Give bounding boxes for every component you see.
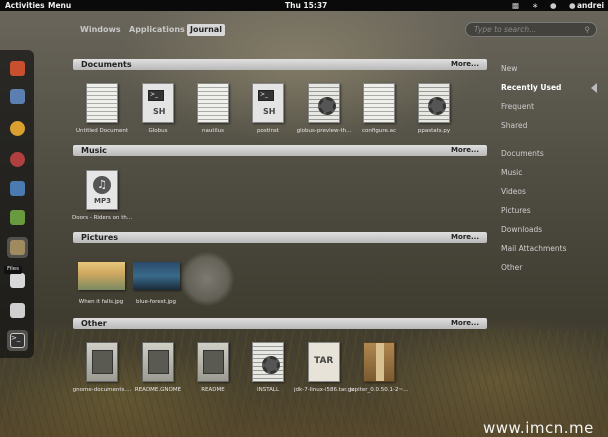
list-item[interactable]: ♫ MP3 Doors - Riders on th... xyxy=(72,170,132,226)
tab-windows[interactable]: Windows xyxy=(77,24,124,36)
list-item[interactable]: jupiter_0.0.50.1-2~... xyxy=(350,342,408,398)
list-item[interactable]: gnome-documents.... xyxy=(73,342,131,398)
search-placeholder: Type to search... xyxy=(474,25,537,34)
rhythmbox-icon xyxy=(10,152,25,167)
sidebar-item-shared[interactable]: Shared xyxy=(501,121,527,130)
dash-item-shotwell[interactable] xyxy=(7,178,28,199)
sidebar-item-pictures[interactable]: Pictures xyxy=(501,206,531,215)
list-item[interactable]: README xyxy=(185,342,241,398)
debian-package-icon xyxy=(363,342,395,382)
terminal-icon: >_ xyxy=(10,333,25,348)
more-link[interactable]: More... xyxy=(451,60,479,68)
user-icon[interactable]: ● xyxy=(569,1,576,10)
package-file-icon xyxy=(142,342,174,382)
selected-arrow-icon xyxy=(591,83,597,93)
section-documents: Documents More... xyxy=(73,59,487,70)
dash-item-terminal[interactable]: >_ xyxy=(7,330,28,351)
clock[interactable]: Thu 15:37 xyxy=(285,1,327,10)
firefox-icon xyxy=(10,61,25,76)
dash-item-software-center[interactable] xyxy=(7,207,28,228)
watermark: www.imcn.me xyxy=(483,419,594,437)
dash-item-rhythmbox[interactable] xyxy=(7,149,28,170)
shell-script-icon: >_ SH xyxy=(142,83,174,123)
sidebar-item-frequent[interactable]: Frequent xyxy=(501,102,534,111)
more-link[interactable]: More... xyxy=(451,233,479,241)
text-editor-icon xyxy=(10,273,25,288)
list-item[interactable]: >_ SH postinst xyxy=(240,83,296,139)
system-tools-icon xyxy=(10,303,25,318)
search-input[interactable]: Type to search... ⚲ xyxy=(465,22,597,37)
section-title: Documents xyxy=(81,60,132,69)
dash-item-pidgin[interactable] xyxy=(7,86,28,107)
tab-applications[interactable]: Applications xyxy=(126,24,188,36)
sidebar-item-music[interactable]: Music xyxy=(501,168,522,177)
list-item[interactable]: TAR jdk-7-linux-i586.tar.gz xyxy=(294,342,354,398)
dash-item-system-tools[interactable] xyxy=(7,300,28,321)
dash-item-empathy[interactable] xyxy=(7,118,28,139)
shell-script-icon: >_ SH xyxy=(252,83,284,123)
sidebar-item-recently-used[interactable]: Recently Used xyxy=(501,83,561,92)
menu-button[interactable]: Menu xyxy=(48,1,71,10)
image-thumbnail-sunset xyxy=(78,262,125,290)
image-thumbnail-forest xyxy=(133,262,180,290)
sidebar-item-documents[interactable]: Documents xyxy=(501,149,544,158)
list-item[interactable]: INSTALL xyxy=(240,342,296,398)
section-title: Other xyxy=(81,319,107,328)
config-file-icon xyxy=(308,83,340,123)
text-document-icon xyxy=(197,83,229,123)
dash-item-firefox[interactable] xyxy=(7,58,28,79)
package-file-icon xyxy=(86,342,118,382)
section-title: Pictures xyxy=(81,233,118,242)
sidebar-item-other[interactable]: Other xyxy=(501,263,522,272)
sidebar-item-downloads[interactable]: Downloads xyxy=(501,225,542,234)
list-item[interactable]: When it falls.jpg xyxy=(77,262,127,318)
sidebar-item-mail-attachments[interactable]: Mail Attachments xyxy=(501,244,567,253)
package-file-icon xyxy=(197,342,229,382)
tar-archive-icon: TAR xyxy=(308,342,340,382)
list-item[interactable]: ppastats.py xyxy=(406,83,462,139)
dandelion-decoration xyxy=(180,252,234,306)
config-file-icon xyxy=(418,83,450,123)
list-item[interactable]: globus-preview-th... xyxy=(296,83,352,139)
volume-icon[interactable]: ● xyxy=(550,1,557,10)
tab-journal[interactable]: Journal xyxy=(187,24,225,36)
dash: >_ xyxy=(0,50,34,358)
text-document-icon xyxy=(363,83,395,123)
section-pictures: Pictures More... xyxy=(73,232,487,243)
list-item[interactable]: Untitled Document xyxy=(74,83,130,139)
sidebar-item-videos[interactable]: Videos xyxy=(501,187,526,196)
text-document-icon xyxy=(86,83,118,123)
list-item[interactable]: blue-forest.jpg xyxy=(132,262,182,318)
shotwell-icon xyxy=(10,181,25,196)
more-link[interactable]: More... xyxy=(451,319,479,327)
list-item[interactable]: nautilus xyxy=(185,83,241,139)
dash-tooltip: Files xyxy=(4,266,22,274)
top-panel: Activities Menu Thu 15:37 ▩ ∗ ● ● andrei xyxy=(0,0,608,11)
user-name[interactable]: andrei xyxy=(577,1,604,10)
software-center-icon xyxy=(10,210,25,225)
more-link[interactable]: More... xyxy=(451,146,479,154)
list-item[interactable]: configure.ac xyxy=(351,83,407,139)
section-other: Other More... xyxy=(73,318,487,329)
section-title: Music xyxy=(81,146,107,155)
activities-button[interactable]: Activities xyxy=(5,1,45,10)
pidgin-icon xyxy=(10,89,25,104)
empathy-icon xyxy=(10,121,25,136)
config-file-icon xyxy=(252,342,284,382)
list-item[interactable]: >_ SH Globus xyxy=(130,83,186,139)
files-icon xyxy=(10,240,25,255)
section-music: Music More... xyxy=(73,145,487,156)
dash-item-files[interactable] xyxy=(7,237,28,258)
search-icon: ⚲ xyxy=(584,25,591,34)
list-item[interactable]: README.GNOME xyxy=(130,342,186,398)
bluetooth-icon[interactable]: ∗ xyxy=(532,1,538,10)
audio-file-icon: ♫ MP3 xyxy=(86,170,118,210)
sidebar-item-new[interactable]: New xyxy=(501,64,517,73)
accessibility-icon[interactable]: ▩ xyxy=(512,1,519,10)
